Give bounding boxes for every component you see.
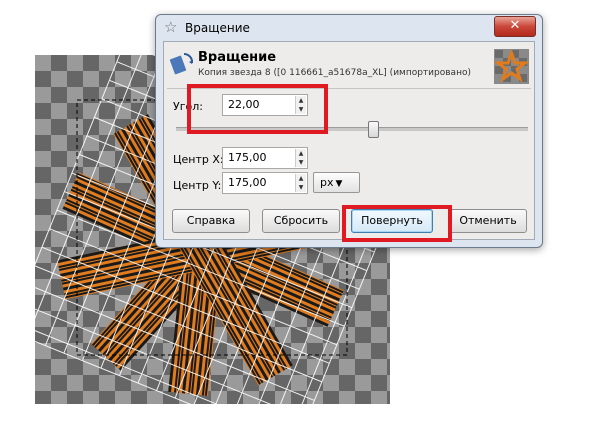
center-x-field[interactable]: 175,00 ▲ ▼ xyxy=(222,147,308,169)
star-icon: ☆ xyxy=(164,18,178,36)
center-x-label: Центр X: xyxy=(173,153,224,166)
unit-select[interactable]: px ▼ xyxy=(313,172,360,193)
window-title: Вращение xyxy=(185,21,250,35)
rotate-button-highlight xyxy=(342,205,452,242)
center-y-field[interactable]: 175,00 ▲ ▼ xyxy=(222,172,308,194)
unit-value: px xyxy=(320,176,334,189)
reset-button[interactable]: Сбросить xyxy=(262,209,340,233)
help-button[interactable]: Справка xyxy=(172,209,250,233)
chevron-down-icon: ▼ xyxy=(335,179,343,189)
title-bar[interactable]: ☆ Вращение ✕ xyxy=(156,15,542,41)
spin-up-icon[interactable]: ▲ xyxy=(295,174,306,183)
spin-up-icon[interactable]: ▲ xyxy=(295,149,306,158)
center-y-label: Центр Y: xyxy=(173,179,222,192)
close-button[interactable]: ✕ xyxy=(494,16,536,37)
angle-highlight xyxy=(187,84,328,134)
close-icon: ✕ xyxy=(509,18,521,33)
dialog-header-title: Вращение xyxy=(198,50,277,65)
spin-down-icon[interactable]: ▼ xyxy=(295,158,306,167)
angle-slider-thumb[interactable] xyxy=(368,121,380,138)
dialog-header-subtitle: Копия звезда 8 ([0 116661_a51678a_XL] (и… xyxy=(198,68,471,78)
cancel-button[interactable]: Отменить xyxy=(449,209,527,233)
layer-thumbnail xyxy=(494,49,529,84)
spin-down-icon[interactable]: ▼ xyxy=(295,183,306,192)
rotate-tool-icon xyxy=(170,52,194,75)
center-x-value: 175,00 xyxy=(228,151,267,164)
center-y-value: 175,00 xyxy=(228,176,267,189)
